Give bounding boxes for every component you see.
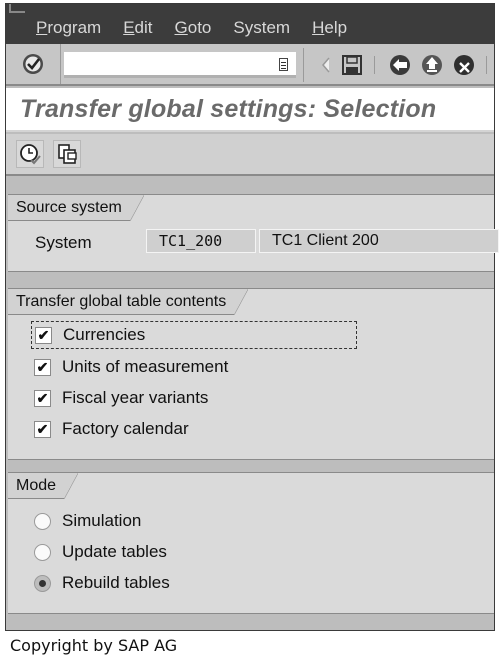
radio-simulation[interactable]: Simulation — [34, 508, 141, 534]
menu-bar: Program Edit Goto System Help — [6, 4, 494, 44]
copyright-caption: Copyright by SAP AG — [10, 636, 178, 655]
transfer-contents-group: Transfer global table contents ✔ Currenc… — [8, 288, 494, 460]
group-heading: Transfer global table contents — [8, 289, 249, 315]
cancel-icon — [454, 55, 474, 75]
command-history-icon[interactable] — [279, 58, 288, 71]
checkbox-units-of-measurement[interactable]: ✔ Units of measurement — [34, 354, 228, 380]
back-icon — [390, 55, 410, 75]
checkbox[interactable]: ✔ — [34, 420, 51, 438]
title-bar: Transfer global settings: Selection — [6, 88, 494, 132]
system-id-field: TC1_200 — [146, 229, 256, 253]
enter-icon — [23, 54, 43, 74]
execute-background-button[interactable] — [16, 140, 44, 168]
checkbox[interactable]: ✔ — [35, 326, 52, 344]
execute-in-background-icon — [20, 144, 41, 165]
sap-window: Program Edit Goto System Help Transfer g… — [5, 3, 499, 631]
toolbar-separator — [486, 56, 487, 74]
page-title: Transfer global settings: Selection — [20, 95, 437, 123]
application-toolbar — [6, 134, 494, 176]
menu-help[interactable]: Help — [312, 18, 347, 38]
checkbox-factory-calendar[interactable]: ✔ Factory calendar — [34, 416, 189, 442]
group-heading: Mode — [8, 473, 79, 499]
back-arrow-icon — [322, 57, 330, 73]
exit-icon — [422, 55, 442, 75]
radio-rebuild-tables[interactable]: Rebuild tables — [34, 570, 170, 596]
toolbar-separator — [374, 56, 375, 74]
menu-goto[interactable]: Goto — [175, 18, 212, 38]
radio-button[interactable] — [34, 543, 51, 561]
menu-program[interactable]: Program — [36, 18, 101, 38]
checkbox[interactable]: ✔ — [34, 389, 51, 407]
cancel-button[interactable] — [452, 53, 476, 77]
checkbox-fiscal-year-variants[interactable]: ✔ Fiscal year variants — [34, 385, 208, 411]
standard-toolbar — [6, 44, 494, 86]
copy-button[interactable] — [53, 140, 81, 168]
toolbar-separator — [303, 48, 304, 82]
mode-group: Mode Simulation Update tables Rebuild ta… — [8, 472, 494, 614]
source-system-group: Source system System TC1_200 TC1 Client … — [8, 194, 499, 272]
system-menu-icon[interactable] — [9, 4, 25, 13]
radio-button-selected[interactable] — [34, 574, 51, 592]
exit-button[interactable] — [420, 53, 444, 77]
menu-system[interactable]: System — [233, 18, 290, 38]
group-heading: Source system — [8, 195, 144, 221]
radio-button[interactable] — [34, 512, 51, 530]
copy-icon — [58, 144, 77, 164]
save-icon — [342, 55, 362, 75]
save-button[interactable] — [340, 53, 364, 77]
enter-button[interactable] — [6, 44, 61, 84]
system-description-field: TC1 Client 200 — [259, 229, 499, 253]
system-label: System — [35, 233, 92, 252]
collapse-toolbar-button[interactable] — [314, 53, 338, 77]
command-field[interactable] — [64, 52, 296, 78]
radio-update-tables[interactable]: Update tables — [34, 539, 167, 565]
menu-edit[interactable]: Edit — [123, 18, 152, 38]
checkbox[interactable]: ✔ — [34, 358, 51, 376]
checkbox-currencies[interactable]: ✔ Currencies — [31, 321, 357, 349]
back-button[interactable] — [388, 53, 412, 77]
